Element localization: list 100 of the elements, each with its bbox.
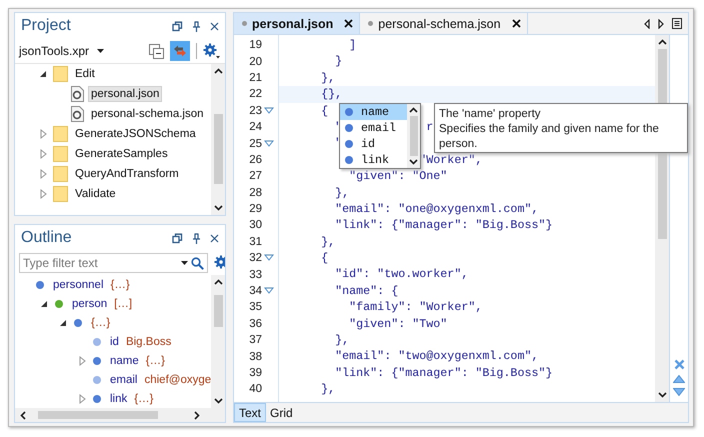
restore-icon[interactable] xyxy=(172,232,183,244)
next-icon[interactable] xyxy=(673,388,685,396)
tree-item[interactable]: personal-schema.json xyxy=(88,106,207,122)
line-number: 24 xyxy=(249,121,262,134)
line-number: 40 xyxy=(249,383,262,396)
node-key[interactable]: person xyxy=(72,298,108,310)
scrollbar-thumb[interactable] xyxy=(38,411,158,419)
tree-item[interactable]: personal.json xyxy=(88,86,162,102)
scroll-left-icon[interactable] xyxy=(20,410,26,420)
completion-item[interactable]: id xyxy=(340,136,407,152)
tooltip-text: Specifies the family and given name for the person. xyxy=(439,122,660,152)
line-number: 30 xyxy=(249,219,262,232)
folder-icon xyxy=(53,66,68,82)
code-text: }, xyxy=(321,234,336,249)
completion-item[interactable]: email xyxy=(340,120,407,136)
tree-item[interactable]: QueryAndTransform xyxy=(72,166,182,182)
scroll-up-icon[interactable] xyxy=(214,279,222,285)
scroll-down-icon[interactable] xyxy=(214,205,222,211)
mode-tab[interactable]: Grid xyxy=(266,403,297,422)
restore-icon[interactable] xyxy=(172,20,183,32)
node-key[interactable]: personnel xyxy=(53,278,104,290)
line-number: 27 xyxy=(249,170,262,182)
scroll-down-icon[interactable] xyxy=(409,159,418,165)
pin-icon[interactable] xyxy=(192,232,201,244)
line-number: 34 xyxy=(249,285,262,298)
scrollbar-thumb[interactable] xyxy=(214,114,222,184)
scrollbar-thumb[interactable] xyxy=(410,116,418,156)
node-value[interactable]: […] xyxy=(114,298,132,310)
line-number: 19 xyxy=(249,39,262,52)
fold-arrow-icon[interactable] xyxy=(264,140,274,148)
filter-field[interactable]: Type filter text xyxy=(19,253,208,273)
fold-arrow-icon[interactable] xyxy=(264,106,274,115)
previous-icon[interactable] xyxy=(673,375,685,383)
close-icon[interactable] xyxy=(512,19,521,28)
node-value[interactable]: {…} xyxy=(134,392,154,404)
close-icon[interactable] xyxy=(344,19,354,28)
node-value[interactable]: {…} xyxy=(110,278,130,290)
project-selector[interactable]: jsonTools.xpr xyxy=(19,44,90,58)
code-text: }, xyxy=(321,70,336,85)
editor-tab[interactable]: personal.json xyxy=(234,13,360,34)
scrollbar-thumb[interactable] xyxy=(214,295,222,327)
previous-tab-icon[interactable] xyxy=(644,18,650,28)
tab-list-icon[interactable] xyxy=(672,18,682,29)
tree-item[interactable]: Edit xyxy=(72,66,98,82)
pin-icon[interactable] xyxy=(192,20,201,32)
completion-item[interactable]: name xyxy=(340,104,407,120)
node-value[interactable]: chief@oxyge xyxy=(144,374,211,386)
tree-item[interactable]: GenerateSamples xyxy=(72,146,171,162)
tree-item[interactable]: Validate xyxy=(72,186,119,202)
node-value[interactable]: {…} xyxy=(91,316,110,328)
next-tab-icon[interactable] xyxy=(658,18,664,28)
dropdown-caret-icon[interactable] xyxy=(181,261,188,265)
code-text: } xyxy=(335,54,342,68)
tooltip-title: The 'name' property xyxy=(439,107,542,122)
settings-icon[interactable] xyxy=(203,43,221,59)
scroll-up-icon[interactable] xyxy=(658,39,666,45)
fold-arrow-icon[interactable] xyxy=(264,254,274,262)
dropdown-caret-icon[interactable] xyxy=(97,49,104,53)
line-number: 38 xyxy=(249,350,262,363)
close-icon[interactable] xyxy=(210,234,219,242)
line-number: 26 xyxy=(249,154,262,166)
scroll-down-icon[interactable] xyxy=(214,398,222,404)
folder-icon xyxy=(53,166,68,182)
node-value[interactable]: Big.Boss xyxy=(126,336,172,348)
collapse-all-icon[interactable] xyxy=(149,44,164,58)
node-value[interactable]: {…} xyxy=(146,354,165,366)
code-text: ] xyxy=(349,38,356,52)
search-icon[interactable] xyxy=(191,256,204,270)
code-text: }, xyxy=(335,186,350,200)
link-with-editor-button[interactable] xyxy=(170,41,190,61)
code-text: }, xyxy=(321,382,336,396)
line-number: 36 xyxy=(249,318,262,330)
code-text: "email": "two@oxygenxml.com", xyxy=(335,349,538,364)
node-key[interactable]: link xyxy=(110,392,128,404)
folder-icon xyxy=(53,126,68,142)
line-number: 20 xyxy=(249,56,262,68)
code-text: "Worker", xyxy=(419,152,482,167)
scroll-right-icon[interactable] xyxy=(194,410,200,420)
mode-tab[interactable]: Text xyxy=(234,403,266,422)
close-icon[interactable] xyxy=(210,22,219,30)
scroll-up-icon[interactable] xyxy=(214,68,222,74)
panel-title: Project xyxy=(21,17,72,35)
tree-item[interactable]: GenerateJSONSchema xyxy=(72,126,199,142)
code-text: "name": { xyxy=(335,284,398,298)
code-text: "family": "Worker", xyxy=(349,300,482,314)
editor-tab[interactable]: personal-schema.json xyxy=(360,13,528,34)
folder-icon xyxy=(53,146,68,162)
completion-item[interactable]: link xyxy=(340,152,407,168)
code-text: {}, xyxy=(321,87,342,102)
filter-input[interactable]: Type filter text xyxy=(23,256,178,270)
folder-icon xyxy=(53,186,68,202)
node-key[interactable]: email xyxy=(110,374,138,386)
line-number: 29 xyxy=(249,203,262,216)
node-key[interactable]: name xyxy=(110,354,139,366)
code-text: r xyxy=(426,120,434,134)
scroll-down-icon[interactable] xyxy=(658,392,666,398)
line-number: 33 xyxy=(249,268,262,281)
fold-arrow-icon[interactable] xyxy=(264,287,274,296)
node-key[interactable]: id xyxy=(110,336,119,348)
scroll-up-icon[interactable] xyxy=(409,107,418,113)
